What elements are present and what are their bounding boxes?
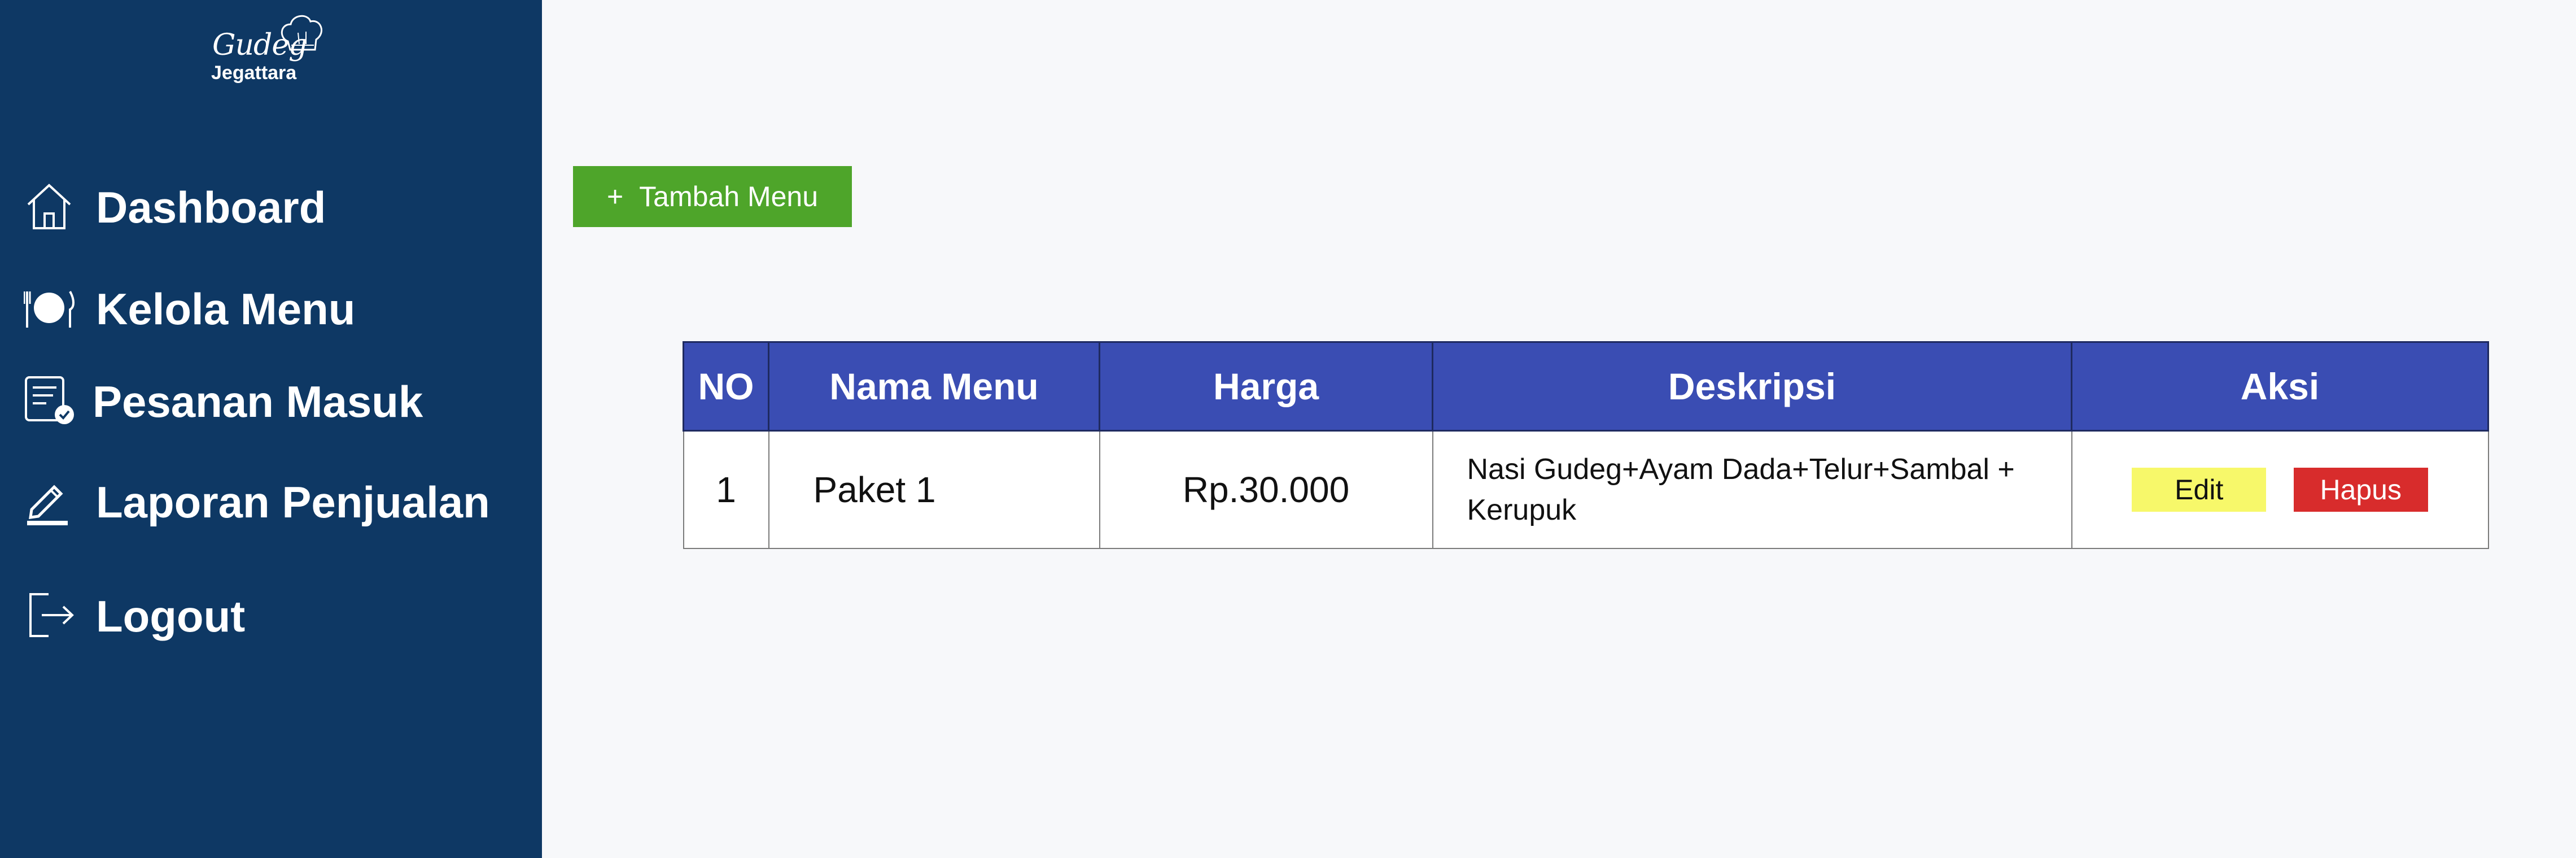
table-row: 1 Paket 1 Rp.30.000 Nasi Gudeg+Ayam Dada… bbox=[683, 430, 2489, 549]
sidebar-item-laporan-penjualan[interactable]: Laporan Penjualan bbox=[0, 462, 542, 530]
logout-icon bbox=[24, 590, 75, 641]
sidebar-item-pesanan-masuk[interactable]: Pesanan Masuk bbox=[0, 362, 542, 429]
cell-actions: Edit Hapus bbox=[2071, 430, 2489, 549]
cell-menu-name: Paket 1 bbox=[768, 430, 1100, 549]
column-header-nama-menu: Nama Menu bbox=[768, 341, 1100, 432]
cell-description: Nasi Gudeg+Ayam Dada+Telur+Sambal + Keru… bbox=[1432, 430, 2072, 549]
column-header-deskripsi: Deskripsi bbox=[1432, 341, 2072, 432]
plus-icon: + bbox=[606, 181, 624, 212]
add-menu-button[interactable]: + Tambah Menu bbox=[573, 166, 852, 227]
sidebar-item-label: Laporan Penjualan bbox=[96, 477, 490, 527]
sidebar-item-dashboard[interactable]: Dashboard bbox=[0, 167, 542, 235]
sidebar-item-label: Dashboard bbox=[96, 182, 326, 232]
column-header-no: NO bbox=[683, 341, 769, 432]
sidebar: Gudeg Jegattara Dashboard Kelola Menu Pe… bbox=[0, 0, 542, 858]
column-header-harga: Harga bbox=[1099, 341, 1433, 432]
menu-table: NO Nama Menu Harga Deskripsi Aksi 1 Pake… bbox=[683, 341, 2489, 549]
order-checklist-icon bbox=[24, 375, 75, 426]
edit-button[interactable]: Edit bbox=[2132, 468, 2267, 512]
sidebar-item-logout[interactable]: Logout bbox=[0, 576, 542, 644]
cell-price: Rp.30.000 bbox=[1099, 430, 1433, 549]
delete-button[interactable]: Hapus bbox=[2293, 468, 2428, 512]
pencil-icon bbox=[24, 476, 75, 526]
sidebar-item-kelola-menu[interactable]: Kelola Menu bbox=[0, 269, 542, 337]
brand-logo: Gudeg Jegattara bbox=[209, 10, 333, 84]
sidebar-item-label: Pesanan Masuk bbox=[93, 377, 423, 426]
logo-word-text: Jegattara bbox=[211, 62, 297, 84]
add-menu-label: Tambah Menu bbox=[639, 181, 819, 212]
table-header-row: NO Nama Menu Harga Deskripsi Aksi bbox=[683, 341, 2489, 432]
plate-cutlery-icon bbox=[23, 282, 75, 333]
home-icon bbox=[24, 181, 75, 232]
chef-hat-icon bbox=[281, 15, 322, 51]
cell-no: 1 bbox=[683, 430, 769, 549]
column-header-aksi: Aksi bbox=[2071, 341, 2489, 432]
sidebar-item-label: Logout bbox=[96, 591, 246, 641]
sidebar-item-label: Kelola Menu bbox=[96, 284, 356, 334]
